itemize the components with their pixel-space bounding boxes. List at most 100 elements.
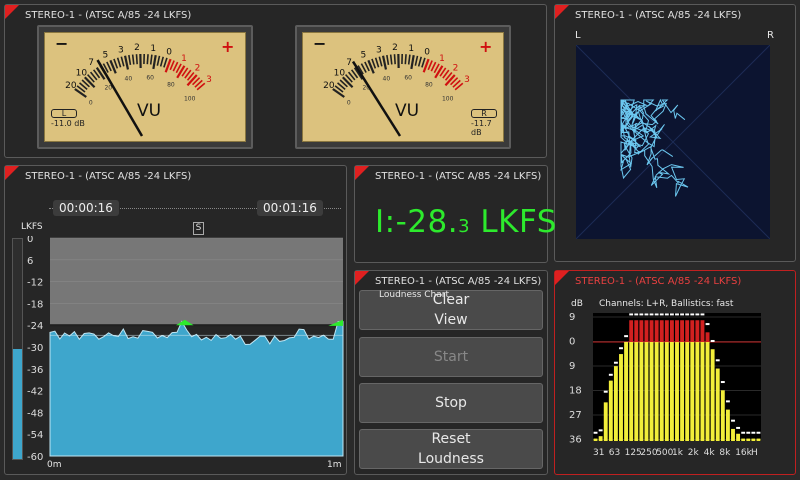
vu-scale-label: 2 — [134, 43, 140, 53]
vu-tick — [374, 57, 380, 68]
vu-db-value: -11.0 dB — [51, 119, 85, 128]
rta-bar-yellow — [649, 341, 654, 441]
rta-bar-red — [634, 320, 639, 342]
vu-label: VU — [137, 101, 161, 121]
reset-line1: Reset — [431, 431, 471, 447]
rta-peak — [720, 381, 725, 384]
vu-needle — [351, 60, 402, 137]
short-term-badge[interactable]: S — [193, 222, 204, 235]
vu-scale-label: 1 — [408, 44, 414, 54]
stop-button[interactable]: Stop — [359, 383, 543, 423]
rta-x-tick: 125 — [625, 448, 642, 458]
integrated-main: -28. — [395, 204, 459, 240]
rta-peak — [603, 390, 608, 393]
rta-peak — [644, 313, 649, 316]
goniometer-display — [575, 44, 771, 240]
history-x-end: 1m — [327, 460, 342, 470]
panel-corner-marker — [5, 166, 19, 180]
panel-corner-marker — [355, 271, 369, 285]
panel-title: STEREO-1 - (ATSC A/85 -24 LKFS) — [375, 171, 542, 182]
history-y-tick: 0 — [27, 236, 33, 245]
vu-percent-label: 80 — [425, 82, 433, 89]
rta-peak — [659, 313, 664, 316]
rta-peak — [613, 361, 618, 364]
rta-bar-yellow — [680, 341, 685, 441]
history-y-tick: 6 — [27, 256, 33, 267]
history-y-tick: -54 — [27, 430, 43, 441]
vu-percent-label: 100 — [442, 95, 454, 102]
vu-percent-label: 0 — [347, 100, 351, 107]
start-label: Start — [433, 349, 469, 365]
vu-tick — [113, 58, 119, 69]
rta-y-tick: 36 — [569, 435, 582, 446]
rta-peak — [675, 313, 679, 316]
rta-peak — [654, 313, 659, 316]
loudness-chart-label: Loudness Chart — [379, 290, 449, 300]
vu-minus-sign: − — [313, 34, 326, 53]
vu-tick — [407, 54, 411, 65]
rta-bar-red — [680, 320, 685, 342]
rta-bar-yellow — [675, 341, 679, 441]
rta-bar-red — [690, 320, 695, 342]
rta-peak — [690, 313, 695, 316]
vu-scale-label: 3 — [376, 45, 382, 55]
vu-scale-label: 3 — [464, 75, 470, 85]
panel-corner-marker — [555, 271, 569, 285]
level-bar-fill — [13, 349, 22, 459]
vu-needle — [96, 59, 144, 137]
rta-bar-yellow — [624, 341, 629, 441]
panel-corner-marker — [555, 5, 569, 19]
vu-tick — [152, 54, 157, 70]
panel-title: STEREO-1 - (ATSC A/85 -24 LKFS) — [575, 10, 742, 21]
rta-peak — [624, 335, 629, 338]
rta-bar-yellow — [608, 380, 613, 441]
vu-percent-label: 0 — [89, 100, 93, 107]
vu-meter-face: 20 10 7 5 3 2 1 0 1 2 3 0 20 40 60 80 100 − + VU R -11.7… — [302, 32, 504, 142]
rta-y-tick: 0 — [569, 337, 575, 348]
rta-peak — [695, 313, 700, 316]
rta-y-tick: 18 — [569, 386, 582, 397]
vu-scale-label: 2 — [453, 63, 459, 73]
rta-x-tick: 1k — [672, 448, 684, 458]
rta-peak — [700, 313, 705, 316]
rta-peak — [756, 431, 761, 434]
vu-tick — [381, 55, 388, 70]
reset-loudness-button[interactable]: Reset Loudness — [359, 429, 543, 469]
panel-corner-marker — [5, 5, 19, 19]
rta-spectrum-chart: 90918273631 63 1252505001k 2k 4k 8k 16k H — [569, 312, 761, 458]
rta-bar-yellow — [669, 341, 674, 441]
integrated-prefix: I: — [375, 204, 396, 240]
vu-plus-sign: + — [221, 37, 234, 56]
stop-label: Stop — [435, 395, 467, 411]
vu-tick — [120, 56, 125, 67]
history-end-time: 00:01:16 — [257, 200, 323, 216]
vu-tick — [128, 54, 132, 66]
vu-meter-right: 20 10 7 5 3 2 1 0 1 2 3 0 20 40 60 80 100 − + VU R -11.7… — [295, 25, 511, 149]
vu-scale-label: 3 — [118, 45, 124, 55]
vu-tick — [414, 55, 419, 66]
rta-peak — [746, 431, 751, 434]
start-button[interactable]: Start — [359, 337, 543, 377]
rta-peak — [639, 313, 644, 316]
vu-tick — [378, 56, 383, 67]
rta-peak — [664, 313, 669, 316]
rta-y-tick: 9 — [569, 361, 575, 372]
integrated-loudness-value: I:-28.3 LKFS — [375, 204, 557, 240]
rta-peak — [598, 429, 603, 432]
rta-bar-yellow — [700, 341, 705, 441]
vu-scale-label: 1 — [181, 54, 187, 64]
rta-bar-yellow — [619, 354, 623, 441]
vu-minus-sign: − — [55, 34, 68, 53]
rta-bar-red — [705, 332, 710, 342]
gonio-right-label: R — [767, 30, 774, 41]
rta-peak — [751, 431, 756, 434]
vu-tick — [146, 54, 149, 65]
vu-scale-label: 10 — [334, 69, 346, 79]
history-y-tick: -30 — [27, 343, 43, 354]
rta-bar-red — [654, 320, 659, 342]
rta-bar-red — [664, 320, 669, 342]
vu-percent-label: 40 — [125, 76, 133, 83]
vu-scale-label: 7 — [346, 58, 352, 68]
history-y-tick: -18 — [27, 299, 43, 310]
rta-bar-yellow — [756, 438, 761, 441]
